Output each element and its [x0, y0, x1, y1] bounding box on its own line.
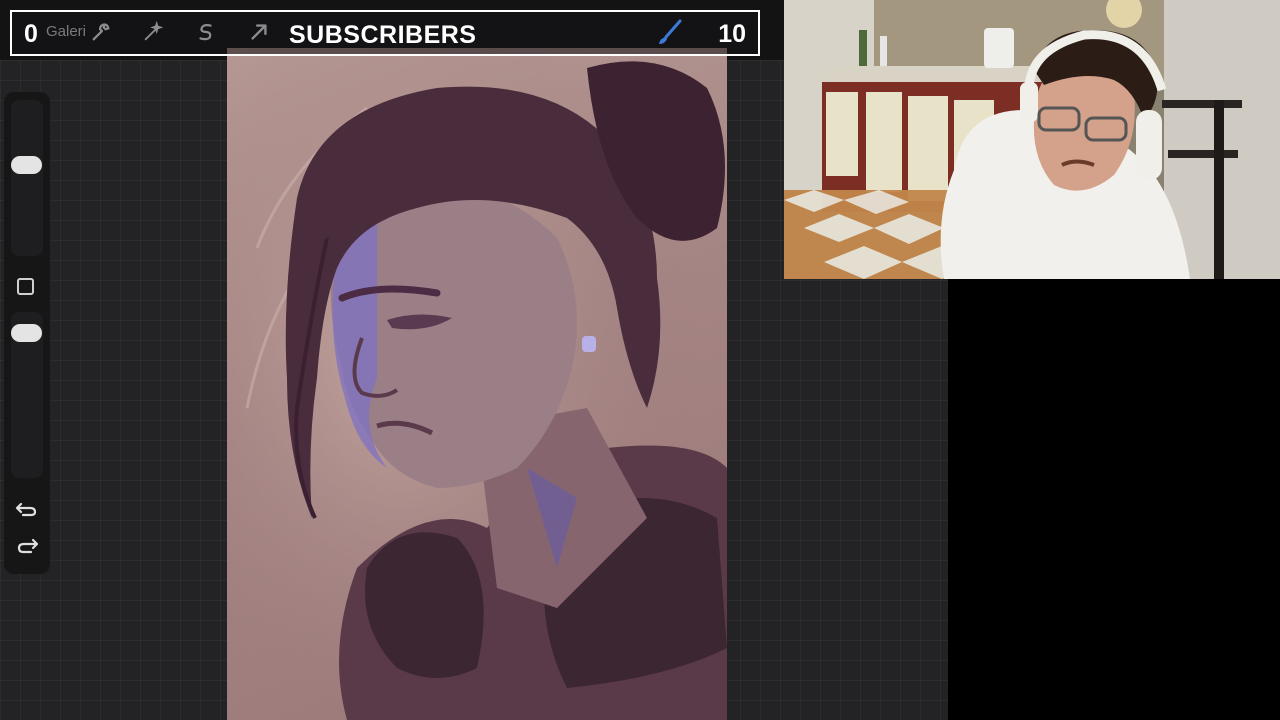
- drawing-canvas[interactable]: [227, 48, 727, 720]
- transform-arrow-icon[interactable]: [248, 21, 270, 43]
- webcam-image: [784, 0, 1280, 279]
- brush-icon[interactable]: [656, 18, 684, 46]
- subscriber-counter-bar: Galeri 0 SUBSCRIBERS 10: [10, 10, 760, 56]
- modify-button[interactable]: [17, 278, 34, 295]
- magic-wand-icon[interactable]: [142, 21, 164, 43]
- brush-size-thumb[interactable]: [11, 156, 42, 174]
- selection-icon[interactable]: [195, 21, 217, 43]
- webcam-feed: [784, 0, 1280, 279]
- gallery-button[interactable]: Galeri: [46, 23, 86, 40]
- side-toolbar: [4, 92, 50, 574]
- opacity-thumb[interactable]: [11, 324, 42, 342]
- brush-size-slider[interactable]: [11, 100, 43, 256]
- portrait-painting: [227, 48, 727, 720]
- wrench-icon[interactable]: [90, 21, 112, 43]
- subscribers-label: SUBSCRIBERS: [289, 21, 477, 49]
- subscriber-count-left: 0: [24, 20, 38, 48]
- undo-icon[interactable]: [15, 497, 39, 521]
- subscriber-count-right: 10: [718, 20, 746, 48]
- redo-icon[interactable]: [15, 536, 39, 560]
